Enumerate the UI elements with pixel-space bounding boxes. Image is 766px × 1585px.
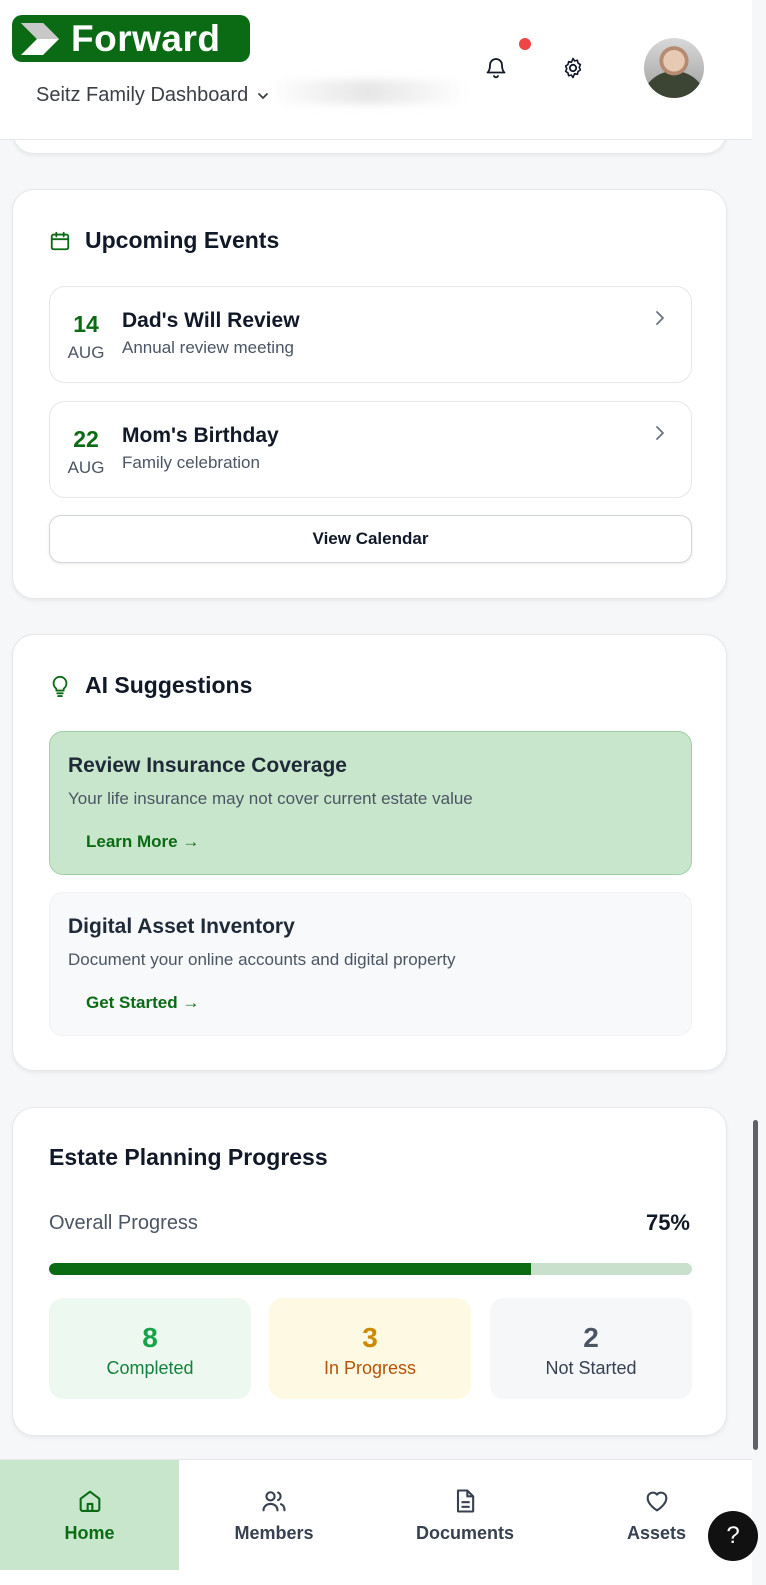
upcoming-events-title: Upcoming Events xyxy=(85,227,280,253)
notifications-button[interactable] xyxy=(480,52,512,84)
stat-not-started: 2 Not Started xyxy=(490,1298,692,1399)
ai-suggestions-card: AI Suggestions Review Insurance Coverage… xyxy=(12,634,727,1071)
gear-icon xyxy=(564,57,582,79)
get-started-link[interactable]: Get Started → xyxy=(86,993,199,1013)
chevron-right-icon xyxy=(656,311,664,325)
nav-home[interactable]: Home xyxy=(0,1460,179,1570)
upcoming-events-card: Upcoming Events 14 AUG Dad's Will Review… xyxy=(12,189,727,599)
notification-dot xyxy=(519,38,531,50)
nav-assets-label: Assets xyxy=(626,1522,687,1543)
event-item[interactable]: 14 AUG Dad's Will Review Annual review m… xyxy=(49,286,692,383)
home-icon xyxy=(79,1490,100,1512)
scrollbar[interactable] xyxy=(753,1120,758,1450)
stat-value: 2 xyxy=(583,1322,599,1353)
nav-documents-label: Documents xyxy=(415,1522,514,1543)
event-item[interactable]: 22 AUG Mom's Birthday Family celebration xyxy=(49,401,692,498)
event-subtitle: Annual review meeting xyxy=(122,338,294,357)
stat-completed: 8 Completed xyxy=(49,1298,251,1399)
overall-progress-value: 75% xyxy=(645,1210,690,1235)
stat-value: 3 xyxy=(362,1322,378,1353)
progress-bar-fill xyxy=(49,1263,532,1275)
logo-text: Forward xyxy=(71,17,221,59)
heart-icon xyxy=(646,1491,667,1511)
stat-label: In Progress xyxy=(323,1358,417,1378)
estate-progress-card: Estate Planning Progress Overall Progres… xyxy=(12,1107,727,1436)
stat-in-progress: 3 In Progress xyxy=(269,1298,471,1399)
learn-more-link[interactable]: Learn More → xyxy=(86,832,199,852)
nav-members[interactable]: Members xyxy=(179,1460,369,1570)
forward-logo[interactable]: Forward xyxy=(12,15,250,62)
suggestion-title: Digital Asset Inventory xyxy=(68,915,295,938)
nav-members-label: Members xyxy=(234,1522,314,1543)
suggestion-title: Review Insurance Coverage xyxy=(68,754,347,777)
bottom-navigation: Home Members Documents Assets xyxy=(0,1459,752,1585)
family-dashboard-selector[interactable]: Seitz Family Dashboard xyxy=(36,84,270,107)
nav-documents[interactable]: Documents xyxy=(369,1460,561,1570)
event-day: 14 xyxy=(73,311,99,337)
stat-value: 8 xyxy=(142,1322,158,1353)
users-icon xyxy=(262,1490,286,1511)
upcoming-events-heading: Upcoming Events xyxy=(49,227,279,254)
help-button[interactable]: ? xyxy=(708,1511,758,1561)
suggestion-card: Digital Asset Inventory Document your on… xyxy=(49,892,692,1036)
chevron-right-icon xyxy=(656,426,664,440)
user-avatar[interactable] xyxy=(644,38,704,98)
forward-arrow-icon xyxy=(21,22,59,55)
event-title: Dad's Will Review xyxy=(122,309,300,332)
overall-progress-label: Overall Progress xyxy=(49,1212,198,1234)
top-header: Forward Seitz Family Dashboard xyxy=(0,0,752,140)
settings-button[interactable] xyxy=(557,52,589,84)
stat-label: Not Started xyxy=(545,1358,637,1378)
suggestion-description: Document your online accounts and digita… xyxy=(68,950,456,969)
event-day: 22 xyxy=(73,426,99,452)
ai-suggestions-heading: AI Suggestions xyxy=(49,672,252,699)
event-subtitle: Family celebration xyxy=(122,453,260,472)
calendar-icon xyxy=(50,231,70,250)
event-month: AUG xyxy=(67,458,105,477)
event-month: AUG xyxy=(67,343,105,362)
progress-bar xyxy=(49,1263,692,1275)
estate-progress-title: Estate Planning Progress xyxy=(49,1144,328,1170)
lightbulb-icon xyxy=(52,675,68,697)
suggestion-description: Your life insurance may not cover curren… xyxy=(68,789,473,808)
blurred-overlay xyxy=(268,80,468,104)
view-calendar-button[interactable]: View Calendar xyxy=(49,515,692,563)
event-title: Mom's Birthday xyxy=(122,424,279,447)
stat-label: Completed xyxy=(106,1358,194,1378)
bell-icon xyxy=(486,58,506,79)
suggestion-card: Review Insurance Coverage Your life insu… xyxy=(49,731,692,875)
family-dashboard-label: Seitz Family Dashboard xyxy=(36,84,249,106)
nav-home-label: Home xyxy=(64,1522,115,1543)
document-icon xyxy=(456,1488,475,1513)
ai-suggestions-title: AI Suggestions xyxy=(85,672,253,698)
